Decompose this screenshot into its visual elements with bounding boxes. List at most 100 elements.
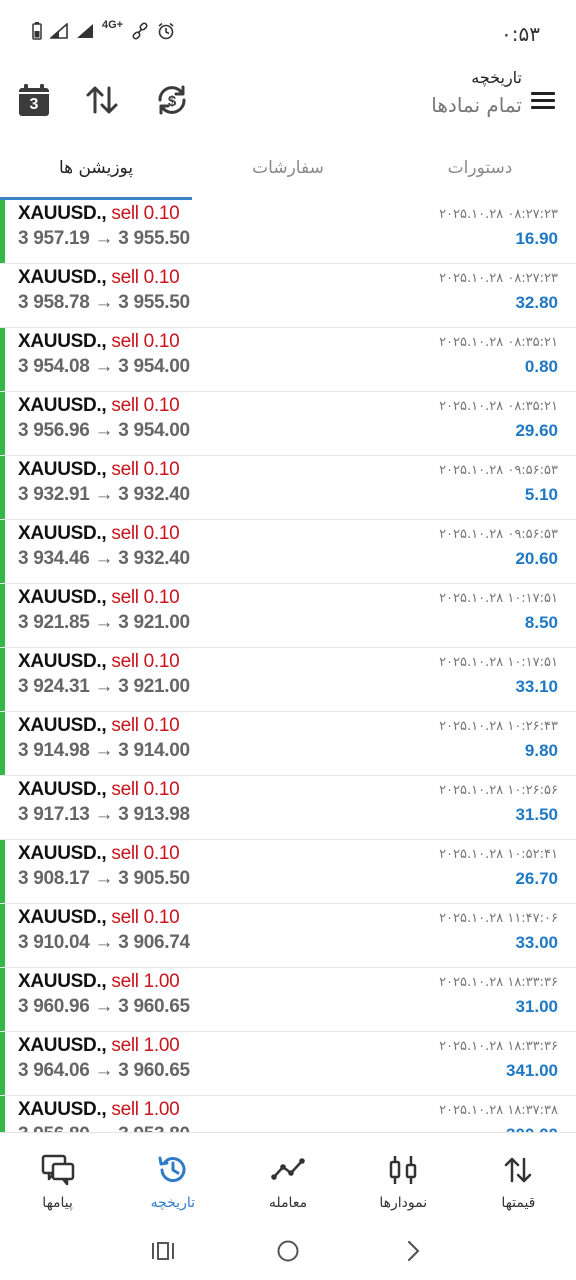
arrow-right-icon: → <box>94 292 114 313</box>
position-row[interactable]: XAUUSD., sell 0.10 3 921.85 → 3 921.00 ۲۰۲… <box>0 584 576 648</box>
nav-messages[interactable]: پیامها <box>0 1133 115 1222</box>
charts-icon <box>389 1156 417 1184</box>
open-price: 3 921.85 <box>18 612 90 633</box>
recent-apps-button[interactable] <box>143 1231 183 1271</box>
position-indicator-bar <box>0 840 5 903</box>
close-price: 3 913.98 <box>118 804 190 825</box>
position-time: ۲۰۲۵.۱۰.۲۸ ۱۰:۵۲:۴۱ <box>439 847 558 862</box>
signal-icon <box>50 23 68 39</box>
tab-positions[interactable]: پوزیشن ها <box>0 142 192 200</box>
position-prices: 3 964.06 → 3 960.65 <box>18 1060 190 1082</box>
arrow-right-icon: → <box>94 804 114 825</box>
arrow-right-icon: → <box>94 932 114 953</box>
position-row[interactable]: XAUUSD., sell 0.10 3 956.96 → 3 954.00 ۲۰۲… <box>0 392 576 456</box>
back-button[interactable] <box>393 1231 433 1271</box>
position-row[interactable]: XAUUSD., sell 1.00 3 960.96 → 3 960.65 ۲۰۲… <box>0 968 576 1032</box>
menu-button[interactable] <box>528 88 558 114</box>
position-symbol: XAUUSD., <box>18 203 107 224</box>
position-row[interactable]: XAUUSD., sell 0.10 3 958.78 → 3 955.50 ۲۰۲… <box>0 264 576 328</box>
position-symbol-line: XAUUSD., sell 1.00 <box>18 971 180 993</box>
close-price: 3 960.65 <box>118 996 190 1017</box>
hamburger-icon-line <box>531 92 555 95</box>
position-indicator-bar <box>0 968 5 1031</box>
close-price: 3 954.00 <box>118 356 190 377</box>
nav-history[interactable]: تاریخچه <box>115 1133 230 1222</box>
status-icons: 4G+ <box>32 19 175 40</box>
position-profit: 32.80 <box>515 293 558 312</box>
position-symbol: XAUUSD., <box>18 651 107 672</box>
position-side: sell 1.00 <box>111 1035 180 1056</box>
svg-text:$: $ <box>168 93 177 110</box>
position-row[interactable]: XAUUSD., sell 0.10 3 957.19 → 3 955.50 ۲۰۲… <box>0 200 576 264</box>
hamburger-icon-line <box>531 99 555 102</box>
position-symbol-line: XAUUSD., sell 1.00 <box>18 1035 180 1057</box>
position-row[interactable]: XAUUSD., sell 0.10 3 924.31 → 3 921.00 ۲۰۲… <box>0 648 576 712</box>
open-price: 3 957.19 <box>18 228 90 249</box>
exchange-button[interactable]: $ <box>154 82 194 122</box>
position-time: ۲۰۲۵.۱۰.۲۸ ۱۸:۳۳:۳۶ <box>439 1039 558 1054</box>
arrow-right-icon: → <box>94 612 114 633</box>
position-symbol-line: XAUUSD., sell 0.10 <box>18 779 180 801</box>
nav-trade[interactable]: معامله <box>230 1133 345 1222</box>
home-button[interactable] <box>268 1231 308 1271</box>
open-price: 3 917.13 <box>18 804 90 825</box>
open-price: 3 956.80 <box>18 1124 90 1132</box>
recent-apps-icon <box>151 1242 174 1260</box>
position-symbol-line: XAUUSD., sell 0.10 <box>18 651 180 673</box>
position-row[interactable]: XAUUSD., sell 0.10 3 932.91 → 3 932.40 ۲۰۲… <box>0 456 576 520</box>
symbol-filter[interactable]: تمام نمادها <box>431 93 522 117</box>
position-row[interactable]: XAUUSD., sell 0.10 3 910.04 → 3 906.74 ۲۰۲… <box>0 904 576 968</box>
tab-orders[interactable]: سفارشات <box>192 142 384 200</box>
nav-messages-label: پیامها <box>42 1195 73 1211</box>
position-row[interactable]: XAUUSD., sell 0.10 3 914.98 → 3 914.00 ۲۰۲… <box>0 712 576 776</box>
position-profit: 31.50 <box>515 805 558 824</box>
currency-exchange-icon: $ <box>158 85 186 115</box>
calendar-button[interactable]: 3 <box>16 82 56 122</box>
position-symbol: XAUUSD., <box>18 459 107 480</box>
position-symbol: XAUUSD., <box>18 779 107 800</box>
nav-quotes[interactable]: قیمتها <box>461 1133 576 1222</box>
alarm-icon <box>158 22 174 40</box>
close-price: 3 955.50 <box>118 228 190 249</box>
arrow-right-icon: → <box>94 740 114 761</box>
close-price: 3 921.00 <box>118 612 190 633</box>
arrow-right-icon: → <box>94 420 114 441</box>
position-row[interactable]: XAUUSD., sell 0.10 3 908.17 → 3 905.50 ۲۰۲… <box>0 840 576 904</box>
open-price: 3 956.96 <box>18 420 90 441</box>
position-symbol: XAUUSD., <box>18 715 107 736</box>
position-prices: 3 921.85 → 3 921.00 <box>18 612 190 634</box>
position-profit: 29.60 <box>515 421 558 440</box>
close-price: 3 954.00 <box>118 420 190 441</box>
title-block: تاریخچه تمام نمادها <box>431 68 522 117</box>
position-prices: 3 917.13 → 3 913.98 <box>18 804 190 826</box>
position-time: ۲۰۲۵.۱۰.۲۸ ۰۹:۵۶:۵۳ <box>439 463 558 478</box>
home-circle-icon <box>277 1240 299 1262</box>
position-prices: 3 914.98 → 3 914.00 <box>18 740 190 762</box>
position-symbol: XAUUSD., <box>18 843 107 864</box>
nav-charts[interactable]: نمودارها <box>346 1133 461 1222</box>
position-row[interactable]: XAUUSD., sell 1.00 3 964.06 → 3 960.65 ۲۰۲… <box>0 1032 576 1096</box>
arrow-right-icon: → <box>94 548 114 569</box>
position-side: sell 0.10 <box>111 651 180 672</box>
arrow-right-icon: → <box>94 1060 114 1081</box>
history-tabs: پوزیشن ها سفارشات دستورات <box>0 142 576 200</box>
open-price: 3 932.91 <box>18 484 90 505</box>
open-price: 3 914.98 <box>18 740 90 761</box>
position-prices: 3 954.08 → 3 954.00 <box>18 356 190 378</box>
position-symbol: XAUUSD., <box>18 587 107 608</box>
position-row[interactable]: XAUUSD., sell 0.10 3 917.13 → 3 913.98 ۲۰۲… <box>0 776 576 840</box>
position-symbol: XAUUSD., <box>18 331 107 352</box>
position-profit: 33.00 <box>515 933 558 952</box>
position-row[interactable]: XAUUSD., sell 0.10 3 934.46 → 3 932.40 ۲۰۲… <box>0 520 576 584</box>
position-time: ۲۰۲۵.۱۰.۲۸ ۰۸:۲۷:۲۳ <box>439 207 558 222</box>
position-symbol: XAUUSD., <box>18 971 107 992</box>
sort-button[interactable] <box>84 82 124 122</box>
position-row[interactable]: XAUUSD., sell 1.00 3 956.80 → 3 953.80 ۲۰۲… <box>0 1096 576 1132</box>
trade-icon <box>271 1158 305 1180</box>
position-profit: 300.00 <box>506 1125 558 1132</box>
tab-deals[interactable]: دستورات <box>384 142 576 200</box>
position-symbol: XAUUSD., <box>18 267 107 288</box>
position-prices: 3 956.96 → 3 954.00 <box>18 420 190 442</box>
positions-list[interactable]: XAUUSD., sell 0.10 3 957.19 → 3 955.50 ۲۰۲… <box>0 200 576 1132</box>
position-row[interactable]: XAUUSD., sell 0.10 3 954.08 → 3 954.00 ۲۰۲… <box>0 328 576 392</box>
